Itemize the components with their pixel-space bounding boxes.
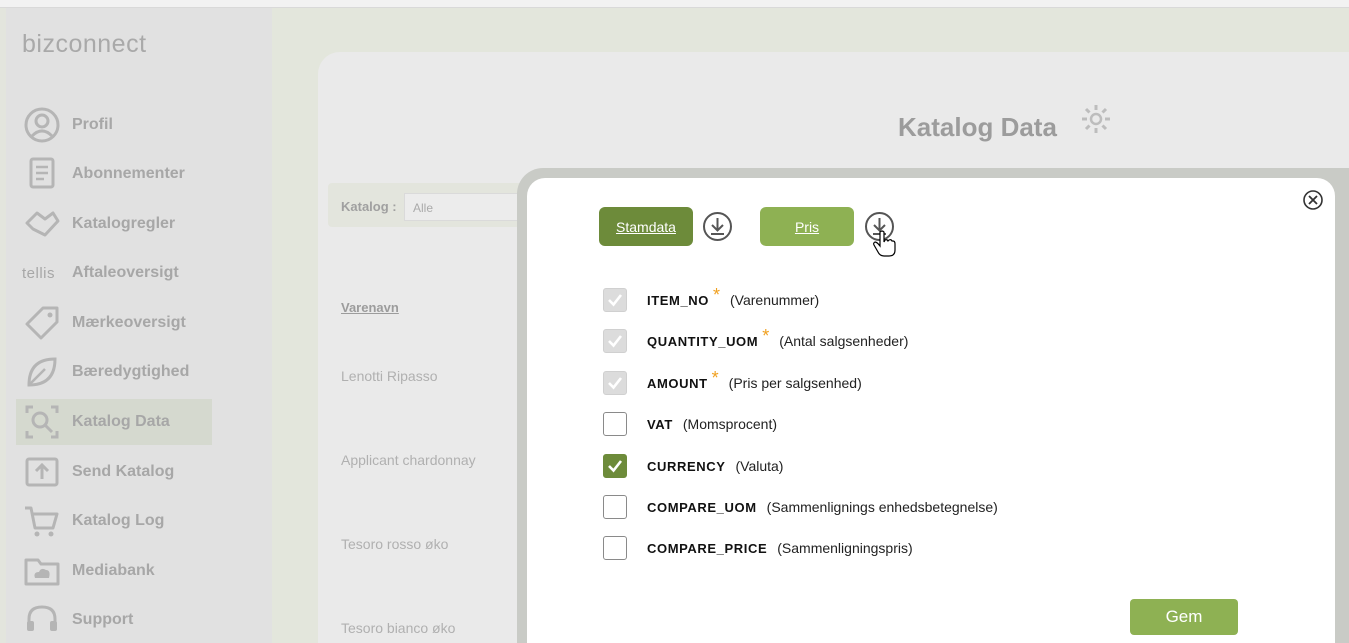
sidebar-item-aftaleoversigt[interactable]: tellis Aftaleoversigt	[16, 250, 266, 296]
required-mark: *	[712, 284, 720, 305]
browser-top-edge	[0, 0, 1349, 8]
download-icon[interactable]	[702, 211, 733, 242]
sidebar-item-abonnementer[interactable]: Abonnementer	[16, 151, 266, 197]
field-description: (Sammenlignings enhedsbetegnelse)	[766, 499, 998, 515]
profile-icon	[22, 105, 62, 145]
page-title: Katalog Data	[898, 112, 1057, 142]
checkbox-currency[interactable]	[603, 454, 627, 478]
sidebar-item-support[interactable]: Support	[16, 597, 266, 643]
leaf-icon	[22, 352, 62, 392]
tag-icon	[22, 303, 62, 343]
table-row: Tesoro rosso øko	[341, 536, 449, 552]
folder-cloud-icon	[22, 551, 62, 591]
search-icon	[22, 402, 62, 442]
close-icon[interactable]	[1302, 189, 1324, 211]
field-row-currency: CURRENCY (Valuta)	[603, 454, 783, 478]
field-row-item-no: ITEM_NO * (Varenummer)	[603, 284, 820, 312]
field-description: (Sammenligningspris)	[777, 540, 913, 556]
checkbox-quantity-uom[interactable]	[603, 329, 627, 353]
sidebar-item-label: Katalog Data	[72, 413, 170, 430]
sidebar-item-label: Profil	[72, 116, 113, 133]
save-button[interactable]: Gem	[1130, 599, 1238, 635]
field-name: AMOUNT	[647, 375, 708, 391]
checkbox-amount[interactable]	[603, 371, 627, 395]
table-row: Lenotti Ripasso	[341, 368, 438, 384]
column-header-varenavn[interactable]: Varenavn	[341, 300, 399, 315]
field-row-quantity-uom: QUANTITY_UOM * (Antal salgsenheder)	[603, 325, 909, 353]
field-name: CURRENCY	[647, 458, 726, 474]
field-description: (Valuta)	[735, 458, 784, 474]
field-row-vat: VAT (Momsprocent)	[603, 412, 777, 436]
sidebar-item-katalog-data[interactable]: Katalog Data	[16, 399, 212, 445]
field-name: VAT	[647, 416, 673, 432]
tellis-logo: tellis	[22, 264, 56, 282]
gear-icon[interactable]	[1080, 103, 1112, 135]
field-name: COMPARE_PRICE	[647, 540, 768, 556]
field-row-compare-uom: COMPARE_UOM (Sammenlignings enhedsbetegn…	[603, 495, 998, 519]
handshake-icon	[22, 204, 62, 244]
sidebar-item-katalogregler[interactable]: Katalogregler	[16, 201, 266, 247]
field-description: (Pris per salgsenhed)	[728, 375, 862, 391]
field-name: COMPARE_UOM	[647, 499, 757, 515]
field-row-compare-price: COMPARE_PRICE (Sammenligningspris)	[603, 536, 913, 560]
sidebar-item-label: Katalog Log	[72, 512, 165, 529]
sidebar-item-maerkeoversigt[interactable]: Mærkeoversigt	[16, 300, 266, 346]
checkbox-compare-price[interactable]	[603, 536, 627, 560]
tab-stamdata[interactable]: Stamdata	[599, 207, 693, 246]
sidebar-item-mediabank[interactable]: Mediabank	[16, 548, 266, 594]
table-row: Applicant chardonnay	[341, 452, 476, 468]
sidebar-item-label: Katalogregler	[72, 215, 176, 232]
sidebar-item-profil[interactable]: Profil	[16, 102, 266, 148]
sidebar-item-label: Mediabank	[72, 562, 155, 579]
sidebar-item-katalog-log[interactable]: Katalog Log	[16, 498, 266, 544]
field-row-amount: AMOUNT * (Pris per salgsenhed)	[603, 367, 862, 395]
sidebar-item-label: Bæredygtighed	[72, 363, 190, 380]
sidebar-item-send-katalog[interactable]: Send Katalog	[16, 449, 266, 495]
cart-icon	[22, 501, 62, 541]
sidebar-item-label: Mærkeoversigt	[72, 314, 186, 331]
field-description: (Momsprocent)	[682, 416, 778, 432]
document-icon	[22, 154, 62, 194]
sidebar-item-label: Aftaleoversigt	[72, 264, 179, 281]
checkbox-vat[interactable]	[603, 412, 627, 436]
field-description: (Antal salgsenheder)	[779, 333, 909, 349]
filter-label: Katalog :	[341, 199, 397, 214]
checkbox-item-no[interactable]	[603, 288, 627, 312]
catalog-select[interactable]: Alle	[404, 193, 524, 221]
required-mark: *	[711, 367, 719, 388]
checkbox-compare-uom[interactable]	[603, 495, 627, 519]
export-fields-modal	[527, 178, 1335, 643]
sidebar-item-label: Send Katalog	[72, 463, 175, 480]
tab-pris[interactable]: Pris	[760, 207, 854, 246]
hand-cursor-icon	[873, 230, 896, 257]
upload-icon	[22, 452, 62, 492]
field-name: ITEM_NO	[647, 292, 709, 308]
sidebar-item-baeredygtighed[interactable]: Bæredygtighed	[16, 349, 266, 395]
headset-icon	[22, 600, 62, 640]
field-description: (Varenummer)	[730, 292, 820, 308]
field-name: QUANTITY_UOM	[647, 333, 759, 349]
logo: bizconnect	[22, 30, 147, 58]
sidebar-item-label: Support	[72, 611, 134, 628]
table-row: Tesoro bianco øko	[341, 620, 456, 636]
sidebar-item-label: Abonnementer	[72, 165, 185, 182]
required-mark: *	[762, 325, 770, 346]
